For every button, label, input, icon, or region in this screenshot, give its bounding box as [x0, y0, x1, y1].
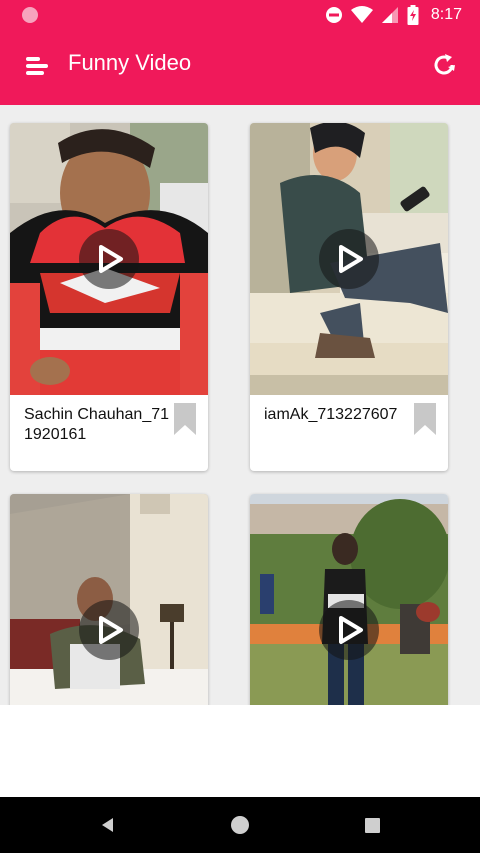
bottom-blank-area [0, 705, 480, 797]
video-title: Sachin Chauhan_711920161 [24, 406, 170, 443]
video-card[interactable] [10, 494, 208, 705]
status-time: 8:17 [430, 6, 462, 23]
play-button[interactable] [319, 600, 379, 660]
status-bar: 8:17 [0, 0, 480, 30]
back-icon[interactable] [98, 815, 118, 835]
recents-icon[interactable] [365, 818, 380, 833]
play-button[interactable] [79, 600, 139, 660]
page-title: Funny Video [68, 50, 192, 75]
app-bar: Funny Video [0, 30, 480, 105]
video-card[interactable] [250, 494, 448, 705]
system-navigation-bar [0, 797, 480, 853]
menu-icon [26, 57, 48, 75]
do-not-disturb-icon [325, 7, 342, 23]
play-button[interactable] [79, 229, 139, 289]
wifi-icon [350, 6, 373, 23]
video-grid: Sachin Chauhan_711920161 iamAk_713227607 [0, 105, 480, 705]
home-icon[interactable] [231, 816, 249, 834]
battery-charging-icon [407, 5, 419, 25]
bookmark-icon[interactable] [174, 403, 196, 435]
notification-dot-icon [22, 7, 38, 23]
video-card[interactable]: iamAk_713227607 [250, 123, 448, 471]
video-card[interactable]: Sachin Chauhan_711920161 [10, 123, 208, 471]
signal-icon [381, 7, 398, 23]
bookmark-icon[interactable] [414, 403, 436, 435]
play-icon [99, 616, 123, 644]
play-icon [339, 616, 363, 644]
play-icon [99, 245, 123, 273]
play-icon [339, 245, 363, 273]
video-thumbnail [10, 123, 208, 395]
video-thumbnail [10, 494, 208, 705]
video-card-footer: iamAk_713227607 [250, 395, 448, 471]
video-thumbnail [250, 494, 448, 705]
video-title: iamAk_713227607 [264, 406, 398, 423]
video-card-footer: Sachin Chauhan_711920161 [10, 395, 208, 471]
play-button[interactable] [319, 229, 379, 289]
status-icons: 8:17 [325, 4, 462, 26]
menu-button[interactable] [22, 50, 54, 82]
video-thumbnail [250, 123, 448, 395]
refresh-icon [434, 54, 455, 75]
refresh-button[interactable] [430, 51, 458, 79]
